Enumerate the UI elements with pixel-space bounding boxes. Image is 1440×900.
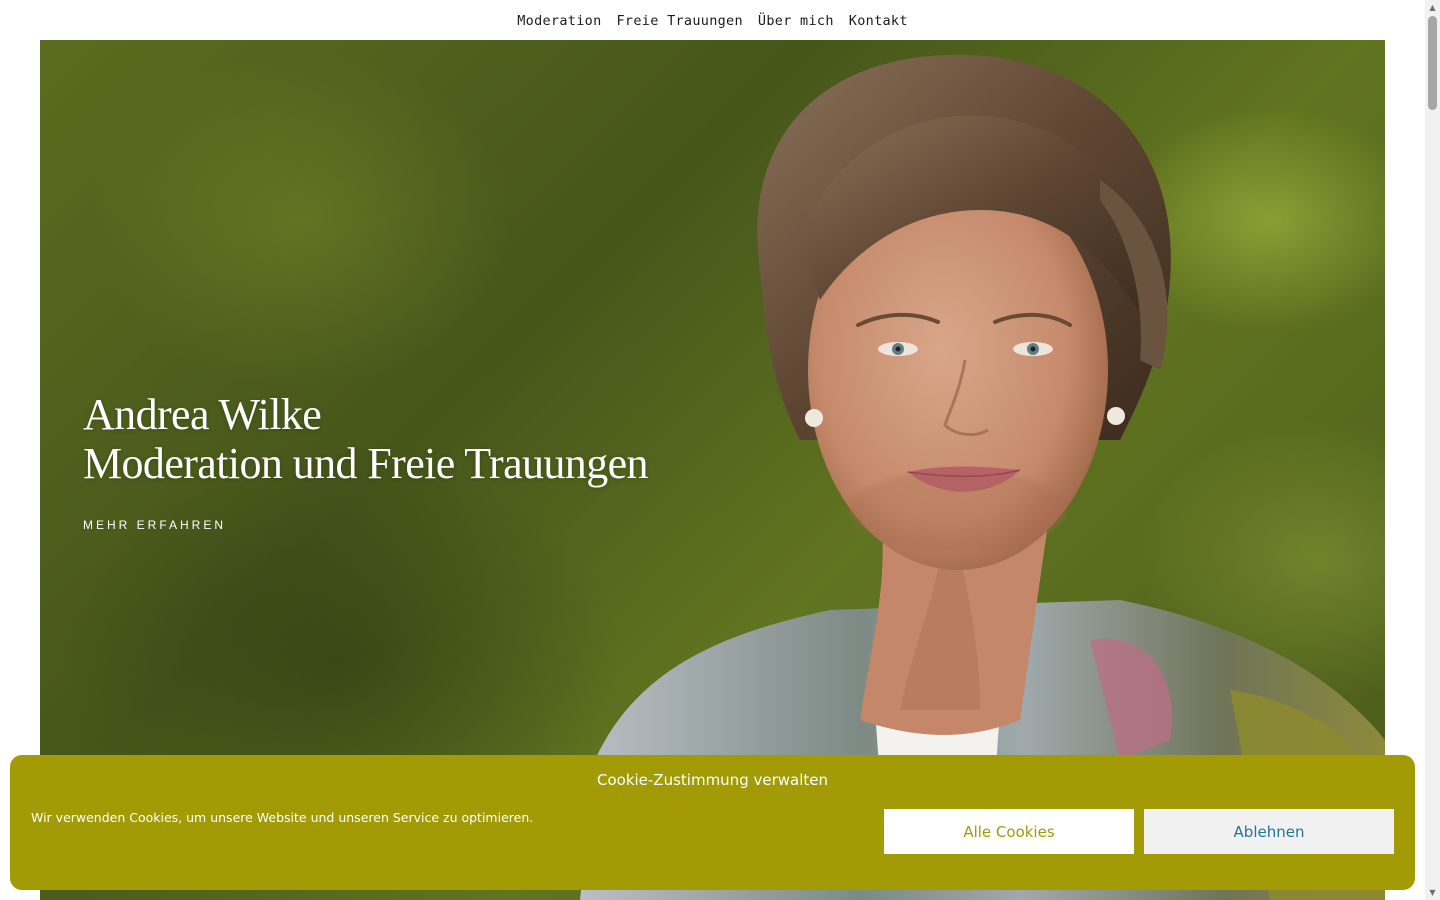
cookie-banner-text: Wir verwenden Cookies, um unsere Website… bbox=[31, 810, 534, 825]
cookie-banner-title: Cookie-Zustimmung verwalten bbox=[596, 771, 828, 789]
hero-title: Andrea Wilke Moderation und Freie Trauun… bbox=[83, 390, 649, 488]
cookie-consent-banner: Cookie-Zustimmung verwalten Wir verwende… bbox=[10, 755, 1415, 890]
nav-item-freie-trauungen[interactable]: Freie Trauungen bbox=[617, 12, 743, 29]
hero-title-line-2: Moderation und Freie Trauungen bbox=[83, 439, 649, 488]
nav-item-ueber-mich[interactable]: Über mich bbox=[758, 12, 834, 29]
accept-all-cookies-button[interactable]: Alle Cookies bbox=[884, 809, 1134, 854]
scrollbar-thumb[interactable] bbox=[1428, 16, 1437, 110]
nav-item-kontakt[interactable]: Kontakt bbox=[849, 12, 908, 29]
page-scrollbar[interactable]: ▲ ▼ bbox=[1425, 0, 1440, 900]
decline-cookies-button[interactable]: Ablehnen bbox=[1144, 809, 1394, 854]
scroll-down-arrow-icon[interactable]: ▼ bbox=[1425, 885, 1440, 900]
hero-title-line-1: Andrea Wilke bbox=[83, 390, 322, 439]
main-navigation: Moderation Freie Trauungen Über mich Kon… bbox=[0, 0, 1425, 40]
scroll-up-arrow-icon[interactable]: ▲ bbox=[1425, 0, 1440, 15]
nav-item-moderation[interactable]: Moderation bbox=[517, 12, 601, 29]
mehr-erfahren-link[interactable]: MEHR ERFAHREN bbox=[83, 518, 226, 532]
